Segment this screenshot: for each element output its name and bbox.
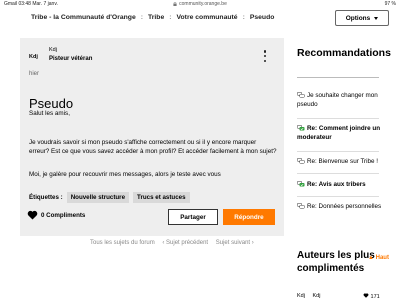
breadcrumb-separator: :: [169, 14, 172, 21]
back-to-top-label: Haut: [375, 255, 389, 261]
recommendations-title: Recommandations: [297, 47, 391, 59]
post-date: hier: [29, 71, 40, 77]
author-rank: Pisteur vétéran: [49, 56, 93, 62]
divider: [297, 196, 379, 197]
post-title: Pseudo: [29, 96, 74, 111]
options-button[interactable]: Options: [335, 10, 389, 26]
check-conversation-icon: [297, 181, 305, 187]
tags-label: Étiquettes :: [29, 194, 63, 201]
address-bar[interactable]: community.orange.be: [0, 1, 400, 7]
recommendation-item[interactable]: Re: Données personnelles: [297, 202, 383, 211]
breadcrumb-separator: :: [242, 14, 245, 21]
recommendation-text: Re: Avis aux tribers: [307, 181, 366, 188]
recommendation-text: Re: Données personnelles: [307, 203, 382, 210]
more-vertical-icon[interactable]: [263, 50, 267, 62]
recommendation-text: Re: Comment joindre un moderateur: [297, 125, 381, 141]
top-author-avatar: Kdj: [297, 293, 305, 299]
arrow-up-icon: ▲: [368, 255, 374, 261]
post-body-paragraph-1: Je voudrais savoir si mon pseudo s'affic…: [29, 139, 277, 155]
recommendation-text: Re: Bienvenue sur Tribe !: [307, 158, 379, 165]
chevron-down-icon: [374, 16, 379, 20]
author-avatar[interactable]: Kdj: [29, 54, 38, 60]
breadcrumb: Tribe - la Communauté d'Orange: Tribe: Vot…: [31, 14, 274, 21]
recommendation-item[interactable]: Re: Avis aux tribers: [297, 180, 383, 189]
divider: [297, 151, 379, 152]
heart-icon: [363, 293, 369, 298]
post-greeting: Salut les amis,: [29, 110, 70, 117]
conversation-icon: [297, 92, 305, 98]
post-body-paragraph-2: Moi, je galère pour recouvrir mes messag…: [29, 171, 221, 178]
top-author-row[interactable]: Kdj Kdj 171: [297, 293, 380, 300]
tag-nouvelle-structure[interactable]: Nouvelle structure: [66, 192, 130, 203]
top-author-name: Kdj: [312, 293, 321, 299]
previous-topic-link[interactable]: ‹ Sujet précédent: [162, 240, 208, 246]
reply-button[interactable]: Répondre: [223, 209, 275, 225]
author-name[interactable]: Kdj: [49, 47, 57, 53]
breadcrumb-separator: :: [140, 14, 143, 21]
recommendation-item[interactable]: Re: Bienvenue sur Tribe !: [297, 157, 383, 166]
heart-icon: [27, 210, 38, 220]
kudos-count: 0 Compliments: [41, 211, 86, 219]
conversation-icon: [297, 203, 305, 209]
divider: [297, 77, 379, 78]
address-url: community.orange.be: [179, 1, 227, 7]
conversation-icon: [297, 158, 305, 164]
status-bar: Gmail 03:48 Mar. 7 janv. community.orang…: [0, 0, 400, 9]
top-navigation: Tribe - la Communauté d'Orange: Tribe: Vot…: [0, 9, 400, 28]
top-author-kudos-count: 171: [363, 293, 380, 300]
divider: [297, 118, 379, 119]
top-kudoed-authors-title: Auteurs les plus complimentés: [297, 250, 375, 274]
breadcrumb-item-tribe[interactable]: Tribe: [148, 14, 164, 21]
recommendation-item[interactable]: Re: Comment joindre un moderateur: [297, 124, 383, 142]
breadcrumb-item-votre-communaute[interactable]: Votre communauté: [177, 14, 238, 21]
topic-pager: Tous les sujets du forum ‹ Sujet précéde…: [90, 240, 260, 246]
lock-icon: [173, 1, 177, 6]
options-label: Options: [345, 14, 371, 22]
recommendation-text: Je souhaite changer mon pseudo: [297, 92, 378, 108]
post-tags: Étiquettes : Nouvelle structure Trucs et…: [29, 192, 194, 203]
check-conversation-icon: [297, 125, 305, 131]
next-topic-link[interactable]: Sujet suivant ›: [216, 240, 254, 246]
all-topics-link[interactable]: Tous les sujets du forum: [90, 240, 155, 246]
breadcrumb-item-community[interactable]: Tribe - la Communauté d'Orange: [31, 14, 136, 21]
post-card: Kdj Kdj Pisteur vétéran hier Pseudo Salu…: [20, 38, 284, 236]
tag-trucs-et-astuces[interactable]: Trucs et astuces: [133, 192, 190, 203]
divider: [297, 173, 379, 174]
back-to-top-button[interactable]: ▲ Haut: [368, 255, 389, 261]
breadcrumb-item-pseudo: Pseudo: [249, 14, 275, 21]
top-author-count: 171: [370, 294, 380, 300]
battery-level: 97 %: [384, 1, 396, 7]
recommendation-item[interactable]: Je souhaite changer mon pseudo: [297, 91, 383, 109]
kudos-button[interactable]: 0 Compliments: [27, 210, 85, 220]
share-button[interactable]: Partager: [168, 209, 218, 225]
